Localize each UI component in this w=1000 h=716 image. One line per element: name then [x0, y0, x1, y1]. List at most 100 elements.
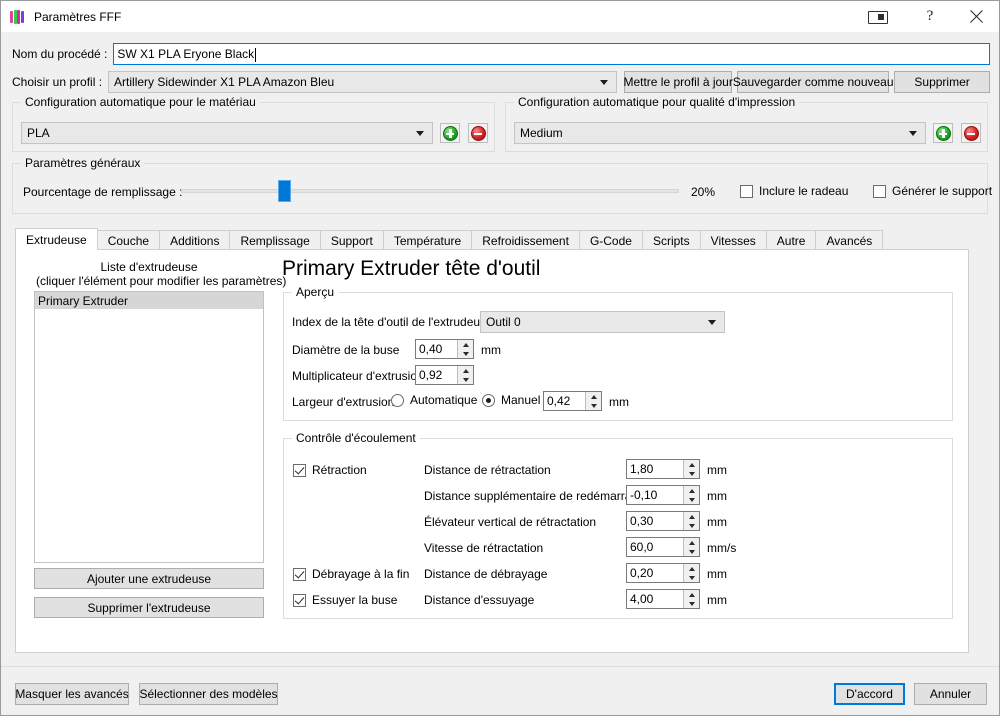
general-group-title: Paramètres généraux — [21, 156, 145, 170]
infill-slider-thumb[interactable] — [278, 180, 291, 202]
help-button[interactable]: ? — [907, 1, 953, 32]
tab-vitesses[interactable]: Vitesses — [699, 230, 767, 250]
profile-select[interactable]: Artillery Sidewinder X1 PLA Amazon Bleu — [108, 71, 618, 93]
tab-autre[interactable]: Autre — [765, 230, 817, 250]
retraction-distance-value: 1,80 — [630, 462, 654, 476]
infill-percentage-label: Pourcentage de remplissage : — [23, 185, 183, 199]
cancel-button[interactable]: Annuler — [914, 683, 987, 705]
extruder-listbox[interactable]: Primary Extruder — [34, 291, 264, 563]
tab-couche[interactable]: Couche — [96, 230, 161, 250]
stepper-arrows[interactable] — [457, 340, 473, 358]
add-material-button[interactable] — [440, 123, 460, 143]
restore-icon — [868, 11, 888, 24]
stepper-down-icon[interactable] — [458, 349, 473, 358]
ok-button[interactable]: D'accord — [834, 683, 905, 705]
save-as-new-button[interactable]: Sauvegarder comme nouveau — [733, 71, 894, 93]
stepper-down-icon[interactable] — [684, 495, 699, 504]
extra-restart-distance-unit: mm — [707, 489, 727, 503]
toolhead-index-select[interactable]: Outil 0 — [480, 311, 725, 333]
stepper-down-icon[interactable] — [684, 521, 699, 530]
tab-avances[interactable]: Avancés — [815, 230, 884, 250]
retraction-speed-value: 60,0 — [630, 540, 654, 554]
stepper-down-icon[interactable] — [458, 375, 473, 384]
hide-advanced-button[interactable]: Masquer les avancés — [15, 683, 129, 705]
tab-remplissage[interactable]: Remplissage — [229, 230, 321, 250]
quality-value: Medium — [520, 126, 563, 140]
stepper-up-icon[interactable] — [458, 366, 473, 375]
stepper-up-icon[interactable] — [684, 538, 699, 547]
tab-scripts[interactable]: Scripts — [641, 230, 701, 250]
tab-gcode[interactable]: G-Code — [578, 230, 643, 250]
extrusion-multiplier-stepper[interactable]: 0,92 — [415, 365, 474, 385]
retraction-vertical-lift-unit: mm — [707, 515, 727, 529]
coast-at-end-label: Débrayage à la fin — [312, 567, 410, 581]
process-name-input[interactable]: SW X1 PLA Eryone Black — [113, 43, 990, 65]
stepper-up-icon[interactable] — [684, 564, 699, 573]
tab-additions[interactable]: Additions — [159, 230, 231, 250]
update-profile-button[interactable]: Mettre le profil à jour — [623, 71, 733, 93]
stepper-arrows[interactable] — [585, 392, 601, 410]
retraction-speed-label: Vitesse de rétractation — [424, 541, 544, 555]
stepper-arrows[interactable] — [683, 460, 699, 478]
stepper-up-icon[interactable] — [684, 512, 699, 521]
remove-quality-button[interactable] — [961, 123, 981, 143]
tab-support[interactable]: Support — [319, 230, 384, 250]
stepper-arrows[interactable] — [683, 486, 699, 504]
generate-support-checkbox[interactable]: Générer le support — [873, 184, 992, 198]
wipe-distance-stepper[interactable]: 4,00 — [626, 589, 700, 609]
include-raft-checkbox[interactable]: Inclure le radeau — [740, 184, 848, 198]
extrusion-width-stepper[interactable]: 0,42 — [543, 391, 602, 411]
nozzle-diameter-label: Diamètre de la buse — [292, 343, 400, 357]
add-extruder-button[interactable]: Ajouter une extrudeuse — [34, 568, 264, 589]
retraction-speed-stepper[interactable]: 60,0 — [626, 537, 700, 557]
restore-button[interactable] — [847, 1, 907, 32]
wipe-nozzle-checkbox[interactable]: Essuyer la buse — [293, 593, 397, 607]
retraction-vertical-lift-stepper[interactable]: 0,30 — [626, 511, 700, 531]
process-name-value: SW X1 PLA Eryone Black — [117, 47, 255, 61]
stepper-up-icon[interactable] — [684, 486, 699, 495]
remove-material-button[interactable] — [468, 123, 488, 143]
tab-extrudeuse[interactable]: Extrudeuse — [15, 228, 98, 250]
nozzle-diameter-stepper[interactable]: 0,40 — [415, 339, 474, 359]
stepper-up-icon[interactable] — [684, 460, 699, 469]
stepper-down-icon[interactable] — [586, 401, 601, 410]
add-quality-button[interactable] — [933, 123, 953, 143]
title-bar: Paramètres FFF ? — [1, 1, 999, 32]
stepper-up-icon[interactable] — [586, 392, 601, 401]
stepper-arrows[interactable] — [683, 564, 699, 582]
stepper-down-icon[interactable] — [684, 573, 699, 582]
extrusion-width-value: 0,42 — [547, 394, 571, 408]
stepper-up-icon[interactable] — [684, 590, 699, 599]
stepper-arrows[interactable] — [683, 590, 699, 608]
infill-slider-track[interactable] — [181, 189, 679, 193]
close-button[interactable] — [953, 1, 999, 32]
stepper-arrows[interactable] — [683, 538, 699, 556]
stepper-down-icon[interactable] — [684, 599, 699, 608]
stepper-arrows[interactable] — [457, 366, 473, 384]
nozzle-diameter-value: 0,40 — [419, 342, 443, 356]
stepper-up-icon[interactable] — [458, 340, 473, 349]
select-models-button[interactable]: Sélectionner des modèles — [139, 683, 278, 705]
retraction-distance-stepper[interactable]: 1,80 — [626, 459, 700, 479]
remove-extruder-button[interactable]: Supprimer l'extrudeuse — [34, 597, 264, 618]
material-select[interactable]: PLA — [21, 122, 433, 144]
coast-distance-value: 0,20 — [630, 566, 654, 580]
tab-temperature[interactable]: Température — [382, 230, 473, 250]
extrusion-width-manual-radio[interactable]: Manuel — [482, 393, 540, 407]
extra-restart-distance-stepper[interactable]: -0,10 — [626, 485, 700, 505]
checkbox-box — [873, 184, 886, 198]
extrusion-width-label: Largeur d'extrusion — [292, 395, 395, 409]
coast-at-end-checkbox[interactable]: Débrayage à la fin — [293, 567, 409, 581]
delete-profile-button[interactable]: Supprimer — [894, 71, 990, 93]
stepper-down-icon[interactable] — [684, 547, 699, 556]
extrusion-width-auto-radio[interactable]: Automatique — [391, 393, 477, 407]
stepper-down-icon[interactable] — [684, 469, 699, 478]
list-item[interactable]: Primary Extruder — [35, 292, 263, 309]
radio-dot — [482, 393, 495, 407]
retraction-checkbox[interactable]: Rétraction — [293, 463, 367, 477]
retraction-distance-label: Distance de rétractation — [424, 463, 551, 477]
quality-select[interactable]: Medium — [514, 122, 926, 144]
coast-distance-stepper[interactable]: 0,20 — [626, 563, 700, 583]
stepper-arrows[interactable] — [683, 512, 699, 530]
tab-refroidissement[interactable]: Refroidissement — [471, 230, 580, 250]
